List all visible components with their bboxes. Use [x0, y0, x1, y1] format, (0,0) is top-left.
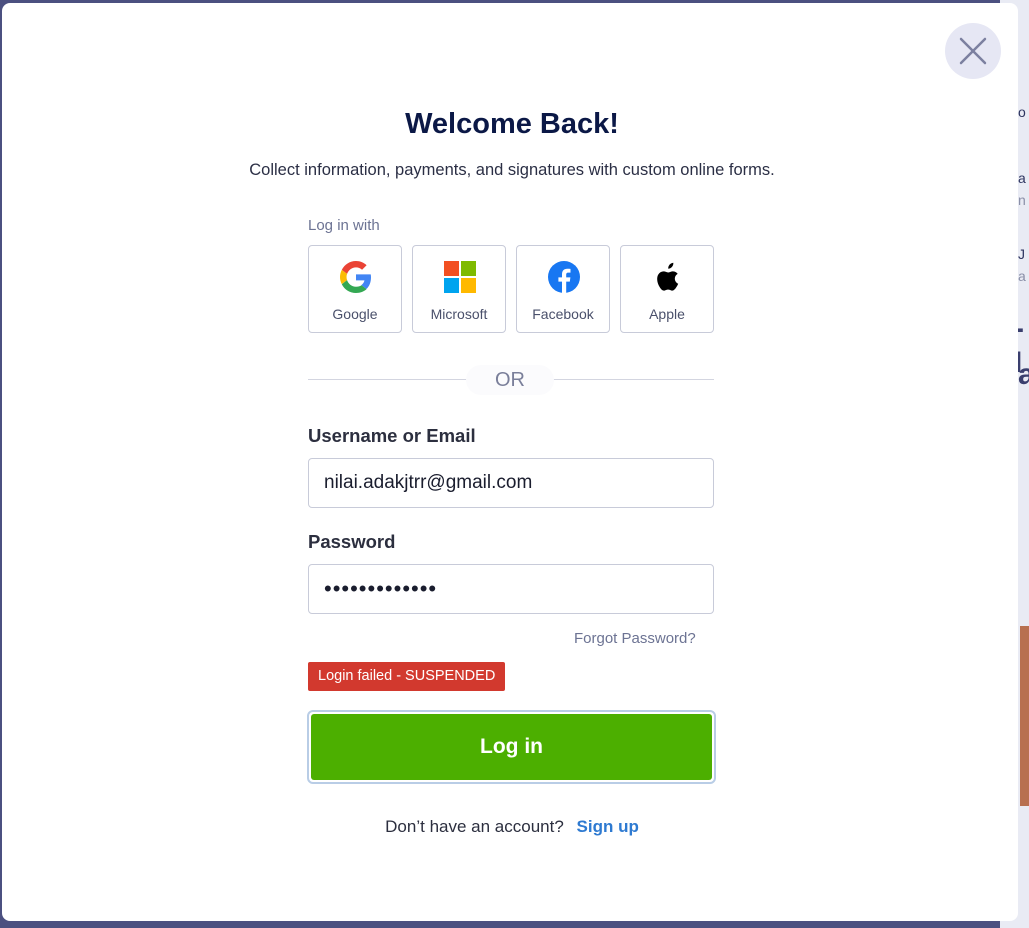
background-heading-fragment: a: [1018, 358, 1029, 391]
microsoft-icon: [444, 261, 476, 293]
background-image-fragment: [1020, 626, 1029, 806]
microsoft-login-label: Microsoft: [430, 306, 488, 322]
login-modal: Welcome Back! Collect information, payme…: [2, 3, 1018, 921]
signup-question: Don’t have an account?: [385, 817, 564, 836]
signup-prompt: Don’t have an account? Sign up: [2, 817, 1022, 837]
close-icon: [959, 37, 987, 65]
apple-icon: [657, 262, 679, 291]
close-button[interactable]: [945, 23, 1001, 79]
apple-login-button[interactable]: Apple: [620, 245, 714, 333]
or-label: OR: [466, 365, 554, 395]
facebook-icon: [548, 261, 580, 293]
username-input[interactable]: [308, 458, 714, 508]
facebook-login-label: Facebook: [532, 306, 594, 322]
background-text-fragment: J: [1018, 246, 1025, 262]
social-login-buttons: Google Microsoft Facebook Apple: [308, 245, 714, 333]
username-label: Username or Email: [308, 425, 476, 446]
page-subtitle: Collect information, payments, and signa…: [249, 161, 775, 179]
google-login-label: Google: [332, 306, 378, 322]
forgot-password-link[interactable]: Forgot Password?: [574, 630, 696, 647]
login-button[interactable]: Log in: [307, 710, 716, 784]
password-input[interactable]: [308, 564, 714, 614]
google-login-button[interactable]: Google: [308, 245, 402, 333]
background-text-fragment: n: [1018, 192, 1026, 208]
password-label: Password: [308, 531, 396, 552]
login-button-label: Log in: [311, 714, 712, 780]
google-icon: [340, 261, 371, 293]
signup-link[interactable]: Sign up: [577, 817, 639, 836]
facebook-login-button[interactable]: Facebook: [516, 245, 610, 333]
error-message-badge: Login failed - SUSPENDED: [308, 662, 506, 691]
background-text-fragment: a: [1018, 268, 1026, 284]
page-title: Welcome Back!: [405, 108, 619, 140]
apple-login-label: Apple: [649, 306, 685, 322]
or-divider: OR: [308, 365, 714, 395]
social-login-heading: Log in with: [308, 217, 380, 234]
microsoft-login-button[interactable]: Microsoft: [412, 245, 506, 333]
